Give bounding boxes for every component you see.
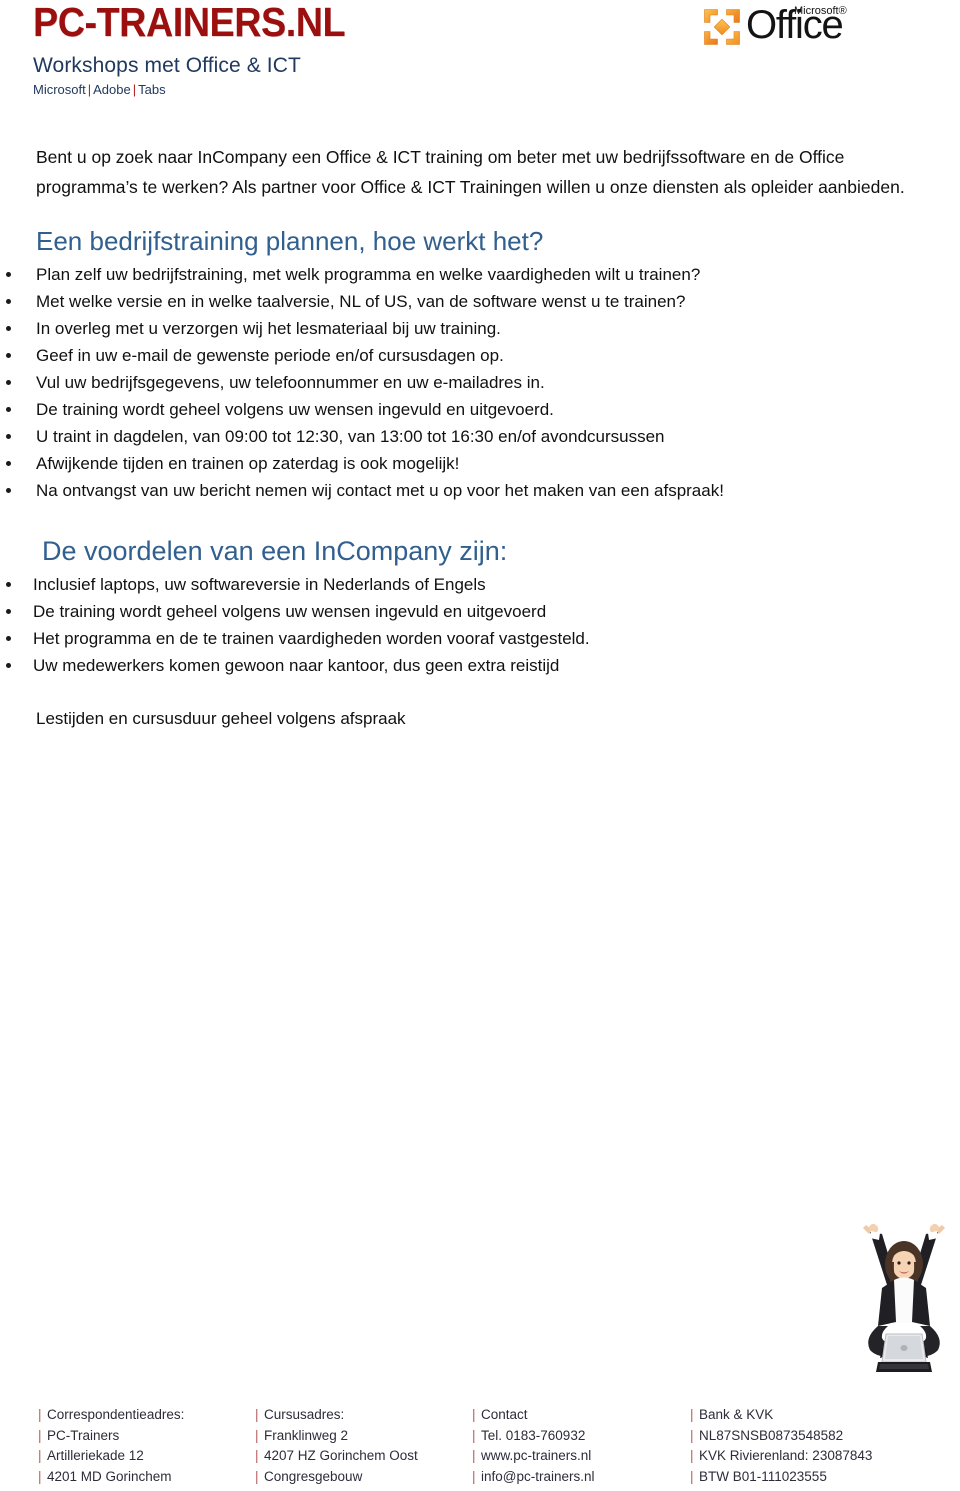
heading-advantages: De voordelen van een InCompany zijn: xyxy=(42,536,508,566)
page-header: PC-TRAINERS.NL Workshops met Office & IC… xyxy=(0,0,960,120)
list-item: De training wordt geheel volgens uw wens… xyxy=(0,396,960,423)
subtag-adobe: Adobe xyxy=(93,82,131,97)
list-item: Na ontvangst van uw bericht nemen wij co… xyxy=(0,477,960,504)
heading-plan-training: Een bedrijfstraining plannen, hoe werkt … xyxy=(36,226,544,256)
brand-subtags: Microsoft | Adobe | Tabs xyxy=(33,81,372,99)
subtag-tabs: Tabs xyxy=(138,82,166,97)
list-item: U traint in dagdelen, van 09:00 tot 12:3… xyxy=(0,423,960,450)
list-advantages: Inclusief laptops, uw softwareversie in … xyxy=(0,571,960,679)
subtag-microsoft: Microsoft xyxy=(33,82,86,97)
footer-column-course-address: Cursusadres: Franklinweg 2 4207 HZ Gorin… xyxy=(255,1405,418,1487)
footer-row: Tel. 0183-760932 xyxy=(472,1426,595,1447)
microsoft-office-logo: Microsoft® Office xyxy=(702,3,914,50)
subtag-separator-2: | xyxy=(132,82,137,97)
footer-row: Franklinweg 2 xyxy=(255,1426,418,1447)
footer-column-contact: Contact Tel. 0183-760932 www.pc-trainers… xyxy=(472,1405,595,1487)
office-wordmark: Office xyxy=(746,3,844,47)
footer-row: 4201 MD Gorinchem xyxy=(38,1467,184,1488)
footer-email-link[interactable]: info@pc-trainers.nl xyxy=(472,1467,595,1488)
office-pinwheel-icon xyxy=(702,7,742,47)
list-item: Het programma en de te trainen vaardighe… xyxy=(0,625,960,652)
woman-cheering-with-laptop-photo xyxy=(852,1222,956,1380)
list-item: Afwijkende tijden en trainen op zaterdag… xyxy=(0,450,960,477)
document-body: Bent u op zoek naar InCompany een Office… xyxy=(0,142,960,732)
list-how-it-works: Plan zelf uw bedrijfstraining, met welk … xyxy=(0,261,960,504)
list-item: Geef in uw e-mail de gewenste periode en… xyxy=(0,342,960,369)
footer-row: Bank & KVK xyxy=(690,1405,872,1426)
footer-row: KVK Rivierenland: 23087843 xyxy=(690,1446,872,1467)
footer-row: Correspondentieadres: xyxy=(38,1405,184,1426)
footer-row: 4207 HZ Gorinchem Oost xyxy=(255,1446,418,1467)
footer-column-bank-kvk: Bank & KVK NL87SNSB0873548582 KVK Rivier… xyxy=(690,1405,872,1487)
pc-trainers-logo: PC-TRAINERS.NL xyxy=(33,0,346,45)
footer-column-correspondence-address: Correspondentieadres: PC-Trainers Artill… xyxy=(38,1405,184,1487)
footer-row: Congresgebouw xyxy=(255,1467,418,1488)
list-item: Uw medewerkers komen gewoon naar kantoor… xyxy=(0,652,960,679)
list-item: Inclusief laptops, uw softwareversie in … xyxy=(0,571,960,598)
footer-website-link[interactable]: www.pc-trainers.nl xyxy=(472,1446,595,1467)
list-item: De training wordt geheel volgens uw wens… xyxy=(0,598,960,625)
page-footer: Correspondentieadres: PC-Trainers Artill… xyxy=(0,1405,960,1491)
footer-row: Cursusadres: xyxy=(255,1405,418,1426)
footer-row: BTW B01-111023555 xyxy=(690,1467,872,1488)
footer-row: NL87SNSB0873548582 xyxy=(690,1426,872,1447)
list-item: In overleg met u verzorgen wij het lesma… xyxy=(0,315,960,342)
intro-paragraph: Bent u op zoek naar InCompany een Office… xyxy=(36,147,905,197)
list-item: Vul uw bedrijfsgegevens, uw telefoonnumm… xyxy=(0,369,960,396)
footer-row: Artilleriekade 12 xyxy=(38,1446,184,1467)
brand-tagline: Workshops met Office & ICT xyxy=(33,54,301,77)
list-item: Met welke versie en in welke taalversie,… xyxy=(0,288,960,315)
list-item: Plan zelf uw bedrijfstraining, met welk … xyxy=(0,261,960,288)
closing-note: Lestijden en cursusduur geheel volgens a… xyxy=(36,709,406,728)
brand-block: PC-TRAINERS.NL Workshops met Office & IC… xyxy=(33,2,372,99)
footer-row: Contact xyxy=(472,1405,595,1426)
footer-row: PC-Trainers xyxy=(38,1426,184,1447)
